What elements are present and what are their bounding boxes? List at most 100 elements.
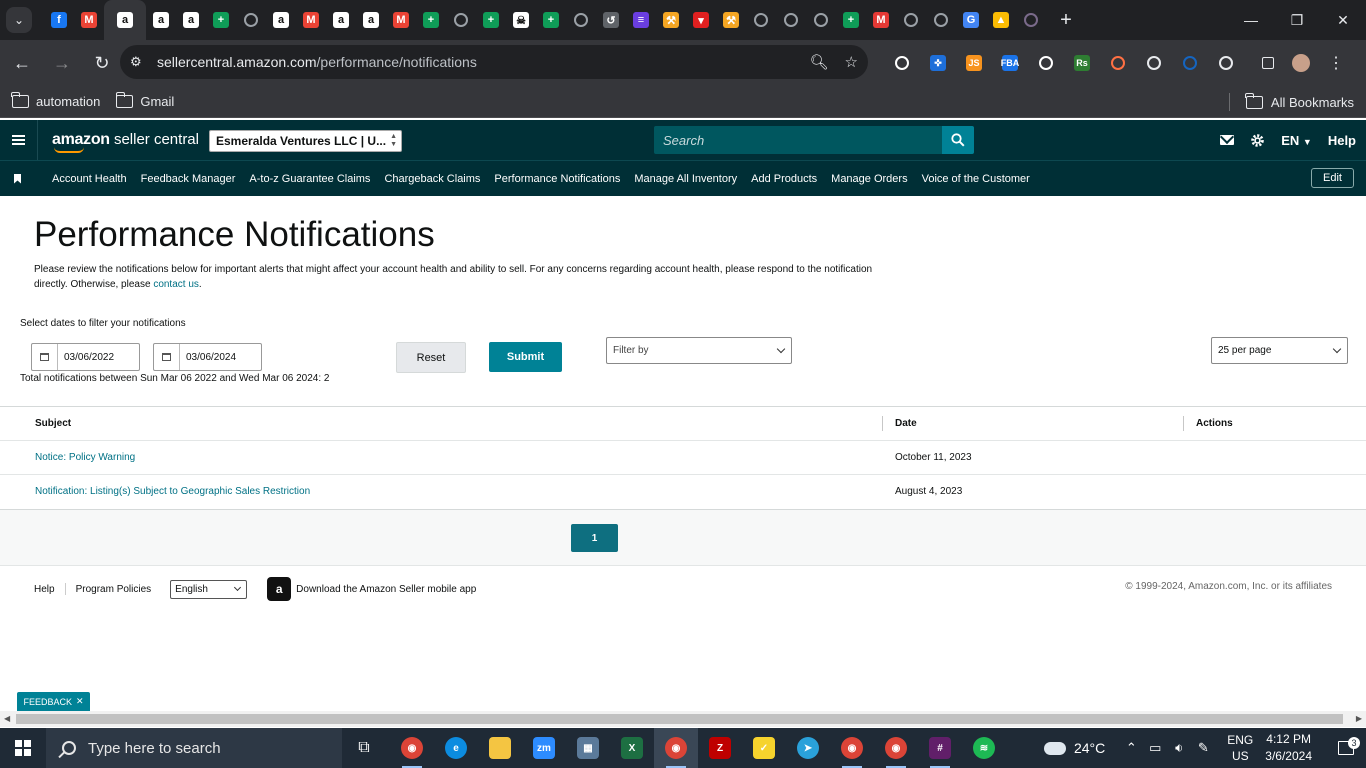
- start-button[interactable]: [0, 728, 46, 768]
- extension-button[interactable]: [1028, 40, 1064, 86]
- browser-tab[interactable]: ≡: [626, 0, 656, 40]
- hamburger-menu-button[interactable]: [0, 120, 38, 160]
- address-bar[interactable]: ⚙ sellercentral.amazon.com/performance/n…: [120, 45, 868, 79]
- browser-tab[interactable]: [1016, 0, 1046, 40]
- browser-tab[interactable]: [896, 0, 926, 40]
- amazon-seller-app-icon[interactable]: a: [267, 577, 292, 601]
- language-selector[interactable]: EN ▼: [1281, 133, 1312, 148]
- clock[interactable]: 4:12 PM 3/6/2024: [1265, 731, 1312, 765]
- browser-tab[interactable]: +: [416, 0, 446, 40]
- zoom-icon[interactable]: 🔍︎: [810, 53, 829, 71]
- nav-link[interactable]: Manage All Inventory: [634, 173, 737, 185]
- contact-us-link[interactable]: contact us: [153, 279, 199, 290]
- taskbar-app-button[interactable]: Z: [698, 728, 742, 768]
- taskbar-app-button[interactable]: ▦: [566, 728, 610, 768]
- browser-tab[interactable]: ⚒: [656, 0, 686, 40]
- browser-tab[interactable]: [806, 0, 836, 40]
- pen-icon[interactable]: ✎: [1191, 740, 1215, 756]
- extension-button[interactable]: [1136, 40, 1172, 86]
- footer-help-link[interactable]: Help: [34, 584, 55, 595]
- help-link[interactable]: Help: [1328, 133, 1356, 148]
- browser-tab[interactable]: a: [356, 0, 386, 40]
- taskbar-app-button[interactable]: [478, 728, 522, 768]
- browser-tab[interactable]: ☠: [506, 0, 536, 40]
- taskbar-app-button[interactable]: ◉: [874, 728, 918, 768]
- notification-subject-link[interactable]: Notice: Policy Warning: [35, 452, 135, 463]
- browser-tab[interactable]: M: [74, 0, 104, 40]
- browser-tab[interactable]: M: [296, 0, 326, 40]
- browser-tab[interactable]: +: [206, 0, 236, 40]
- extension-button[interactable]: [884, 40, 920, 86]
- extension-button[interactable]: FBA: [992, 40, 1028, 86]
- taskbar-app-button[interactable]: ➤: [786, 728, 830, 768]
- browser-tab[interactable]: [236, 0, 266, 40]
- minimize-button[interactable]: —: [1228, 0, 1274, 40]
- program-policies-link[interactable]: Program Policies: [76, 584, 152, 595]
- tab-search-button[interactable]: ⌄: [6, 7, 32, 33]
- account-switcher[interactable]: Esmeralda Ventures LLC | U... ▲ ▼: [209, 130, 402, 152]
- extension-button[interactable]: Rs: [1064, 40, 1100, 86]
- edit-nav-button[interactable]: Edit: [1311, 168, 1354, 188]
- mail-icon[interactable]: [1220, 135, 1235, 145]
- scrollbar-thumb[interactable]: [16, 714, 1343, 724]
- side-panel-icon[interactable]: [1262, 57, 1274, 69]
- browser-tab[interactable]: +: [476, 0, 506, 40]
- browser-tab[interactable]: +: [536, 0, 566, 40]
- browser-tab[interactable]: ⚒: [716, 0, 746, 40]
- new-tab-button[interactable]: +: [1052, 6, 1080, 34]
- browser-tab[interactable]: ▾: [686, 0, 716, 40]
- menu-dots-icon[interactable]: ⋮: [1328, 53, 1344, 73]
- browser-tab[interactable]: ↺: [596, 0, 626, 40]
- browser-tab[interactable]: a: [176, 0, 206, 40]
- submit-button[interactable]: Submit: [489, 342, 562, 372]
- forward-button[interactable]: →: [44, 45, 80, 81]
- calendar-icon[interactable]: [32, 344, 58, 370]
- taskbar-app-button[interactable]: ◉: [390, 728, 434, 768]
- profile-avatar[interactable]: [1292, 54, 1310, 72]
- browser-tab[interactable]: a: [326, 0, 356, 40]
- browser-tab[interactable]: [566, 0, 596, 40]
- site-info-icon[interactable]: ⚙: [130, 54, 150, 70]
- browser-tab[interactable]: M: [386, 0, 416, 40]
- chevron-up-icon[interactable]: ⌃: [1119, 740, 1143, 756]
- nav-link[interactable]: Add Products: [751, 173, 817, 185]
- page-button-current[interactable]: 1: [571, 524, 618, 552]
- nav-link[interactable]: Feedback Manager: [141, 173, 236, 185]
- notification-subject-link[interactable]: Notification: Listing(s) Subject to Geog…: [35, 486, 310, 497]
- per-page-select[interactable]: 25 per page: [1211, 337, 1348, 364]
- nav-link[interactable]: Chargeback Claims: [384, 173, 480, 185]
- extension-button[interactable]: [1100, 40, 1136, 86]
- footer-language-select[interactable]: English: [170, 579, 248, 599]
- browser-tab[interactable]: f: [44, 0, 74, 40]
- task-view-button[interactable]: ⧉: [342, 728, 386, 768]
- weather-widget[interactable]: 24°C: [1043, 740, 1105, 756]
- back-button[interactable]: ←: [4, 45, 40, 81]
- start-date-field[interactable]: 03/06/2022: [31, 343, 140, 371]
- extension-button[interactable]: [1208, 40, 1244, 86]
- seller-central-logo[interactable]: amazon seller central: [52, 131, 199, 153]
- browser-tab[interactable]: a: [266, 0, 296, 40]
- extension-button[interactable]: [1172, 40, 1208, 86]
- nav-link[interactable]: Account Health: [52, 173, 127, 185]
- browser-tab[interactable]: [776, 0, 806, 40]
- scroll-left-icon[interactable]: ◀: [4, 714, 10, 723]
- close-icon[interactable]: ✕: [76, 696, 84, 707]
- browser-tab[interactable]: [926, 0, 956, 40]
- download-app-link[interactable]: Download the Amazon Seller mobile app: [296, 584, 476, 595]
- browser-tab[interactable]: ▲: [986, 0, 1016, 40]
- nav-link[interactable]: Performance Notifications: [494, 173, 620, 185]
- browser-tab[interactable]: +: [836, 0, 866, 40]
- taskbar-app-button[interactable]: X: [610, 728, 654, 768]
- all-bookmarks[interactable]: All Bookmarks: [1228, 86, 1354, 118]
- end-date-field[interactable]: 03/06/2024: [153, 343, 262, 371]
- calendar-icon[interactable]: [154, 344, 180, 370]
- bookmark-folder-gmail[interactable]: Gmail: [115, 92, 174, 109]
- taskbar-app-button[interactable]: ✓: [742, 728, 786, 768]
- close-window-button[interactable]: ✕: [1320, 0, 1366, 40]
- bookmark-folder-automation[interactable]: automation: [11, 92, 100, 109]
- search-button[interactable]: [942, 126, 974, 154]
- nav-link[interactable]: Voice of the Customer: [922, 173, 1030, 185]
- taskbar-app-button[interactable]: e: [434, 728, 478, 768]
- browser-tab[interactable]: a: [104, 0, 146, 40]
- taskbar-app-button[interactable]: ≋: [962, 728, 1006, 768]
